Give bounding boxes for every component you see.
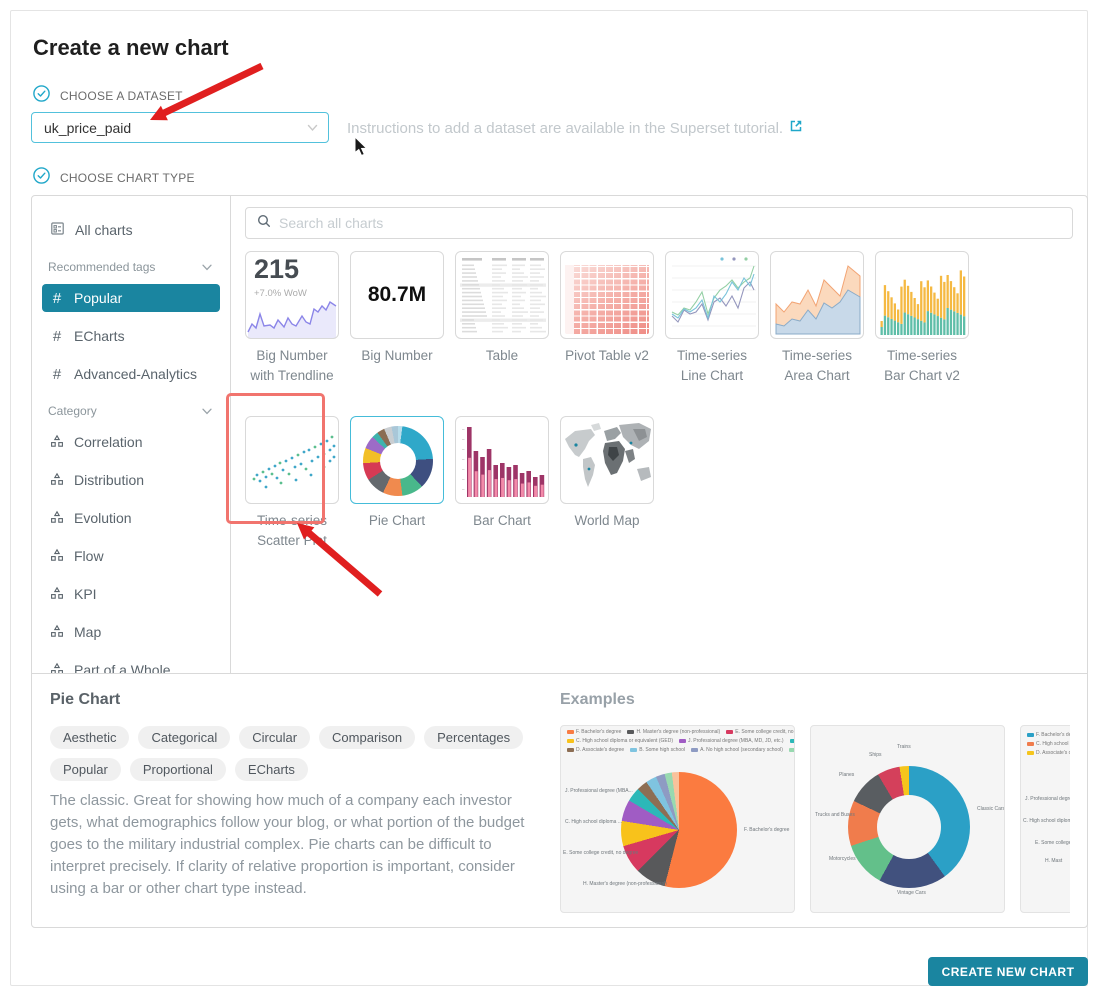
category-icon	[50, 624, 64, 641]
create-new-chart-button[interactable]: CREATE NEW CHART	[928, 957, 1088, 986]
chart-tile-big-number[interactable]: 80.7M Big Number	[350, 251, 444, 390]
chart-tile-timeseries-scatter[interactable]: Time-series Scatter Plot	[245, 416, 339, 555]
hash-icon: #	[50, 366, 64, 383]
examples-title: Examples	[560, 691, 635, 709]
selected-chart-title: Pie Chart	[50, 691, 120, 709]
example-pie-chart-clipped: F. Bachelor's degree C. High school dipl…	[1020, 725, 1070, 913]
dataset-instructions: Instructions to add a dataset are availa…	[347, 119, 803, 137]
chart-search	[245, 207, 1073, 239]
hash-icon: #	[50, 290, 64, 307]
examples-row: F. Bachelor's degree H. Master's degree …	[560, 725, 1070, 915]
line-chart-thumbnail	[665, 251, 759, 339]
chart-details-panel: Pie Chart Aesthetic Categorical Circular…	[32, 673, 1087, 928]
tag-pill: Circular	[239, 726, 310, 749]
chart-description: The classic. Great for showing how much …	[50, 790, 532, 900]
chevron-down-icon	[202, 264, 212, 271]
dataset-select[interactable]: uk_price_paid	[31, 112, 329, 143]
world-map-thumbnail	[560, 416, 654, 504]
category-icon	[50, 548, 64, 565]
tag-pill: Categorical	[138, 726, 230, 749]
chart-tile-pie[interactable]: Pie Chart	[350, 416, 444, 555]
chart-tile-big-number-trendline[interactable]: 215 +7.0% WoW Big Number with Trendline	[245, 251, 339, 390]
chart-gallery: 215 +7.0% WoW Big Number with Trendline …	[231, 196, 1087, 673]
sidebar-item-evolution[interactable]: Evolution	[42, 504, 220, 532]
category-icon	[50, 472, 64, 489]
chart-tile-timeseries-line[interactable]: Time-series Line Chart	[665, 251, 759, 390]
chart-tile-table[interactable]: Table	[455, 251, 549, 390]
chart-type-sidebar: All charts Recommended tags # Popular # …	[32, 196, 231, 673]
category-icon	[50, 510, 64, 527]
pivot-table-thumbnail	[560, 251, 654, 339]
chart-tile-timeseries-bar[interactable]: Time-series Bar Chart v2	[875, 251, 969, 390]
chart-tile-bar[interactable]: Bar Chart	[455, 416, 549, 555]
big-number-thumbnail: 80.7M	[350, 251, 444, 339]
chart-type-step-label: CHOOSE CHART TYPE	[60, 171, 195, 185]
sidebar-item-kpi[interactable]: KPI	[42, 580, 220, 608]
sidebar-item-popular[interactable]: # Popular	[42, 284, 220, 312]
donut-graphic	[363, 426, 433, 496]
example-donut-chart: Trains Ships Planes Trucks and Buses Mot…	[810, 725, 1005, 913]
tag-pill: Percentages	[424, 726, 523, 749]
pie-chart-thumbnail	[350, 416, 444, 504]
search-icon	[257, 214, 271, 233]
sidebar-item-map[interactable]: Map	[42, 618, 220, 646]
chart-tags: Aesthetic Categorical Circular Compariso…	[50, 726, 530, 781]
table-thumbnail	[455, 251, 549, 339]
external-link-icon[interactable]	[789, 119, 803, 137]
sidebar-item-correlation[interactable]: Correlation	[42, 428, 220, 456]
bar-chart-thumbnail	[455, 416, 549, 504]
check-circle-icon	[33, 167, 50, 189]
category-icon	[50, 434, 64, 451]
dataset-step-label: CHOOSE A DATASET	[60, 89, 183, 103]
create-chart-container: Create a new chart CHOOSE A DATASET uk_p…	[10, 10, 1088, 986]
scatter-plot-thumbnail	[245, 416, 339, 504]
example-pie-chart: F. Bachelor's degree H. Master's degree …	[560, 725, 795, 913]
page-title: Create a new chart	[33, 35, 229, 61]
sidebar-section-recommended-tags[interactable]: Recommended tags	[48, 260, 212, 274]
donut-graphic	[848, 766, 970, 888]
category-icon	[50, 662, 64, 674]
tag-pill: Proportional	[130, 758, 226, 781]
chart-tile-world-map[interactable]: World Map	[560, 416, 654, 555]
tag-pill: Aesthetic	[50, 726, 129, 749]
chart-type-step-header: CHOOSE CHART TYPE	[33, 167, 195, 189]
sidebar-item-all-charts[interactable]: All charts	[42, 216, 220, 244]
area-chart-thumbnail	[770, 251, 864, 339]
sidebar-item-echarts[interactable]: # ECharts	[42, 322, 220, 350]
ballot-icon	[50, 221, 65, 239]
sidebar-item-advanced-analytics[interactable]: # Advanced-Analytics	[42, 360, 220, 388]
tag-pill: Comparison	[319, 726, 415, 749]
chart-tile-timeseries-area[interactable]: Time-series Area Chart	[770, 251, 864, 390]
sidebar-item-flow[interactable]: Flow	[42, 542, 220, 570]
search-input[interactable]	[279, 215, 1061, 231]
chevron-down-icon	[202, 408, 212, 415]
tag-pill: Popular	[50, 758, 121, 781]
dataset-select-value: uk_price_paid	[44, 120, 307, 136]
big-number-trendline-thumbnail: 215 +7.0% WoW	[245, 251, 339, 339]
dataset-step-header: CHOOSE A DATASET	[33, 85, 183, 107]
chevron-down-icon	[307, 119, 318, 137]
hash-icon: #	[50, 328, 64, 345]
chart-type-panel: All charts Recommended tags # Popular # …	[31, 195, 1088, 928]
pie-graphic	[621, 772, 737, 888]
tag-pill: ECharts	[235, 758, 308, 781]
sidebar-item-distribution[interactable]: Distribution	[42, 466, 220, 494]
chart-tile-pivot-table[interactable]: Pivot Table v2	[560, 251, 654, 390]
sidebar-item-part-of-a-whole[interactable]: Part of a Whole	[42, 656, 220, 673]
category-icon	[50, 586, 64, 603]
sidebar-section-category[interactable]: Category	[48, 404, 212, 418]
bar-chart-v2-thumbnail	[875, 251, 969, 339]
check-circle-icon	[33, 85, 50, 107]
